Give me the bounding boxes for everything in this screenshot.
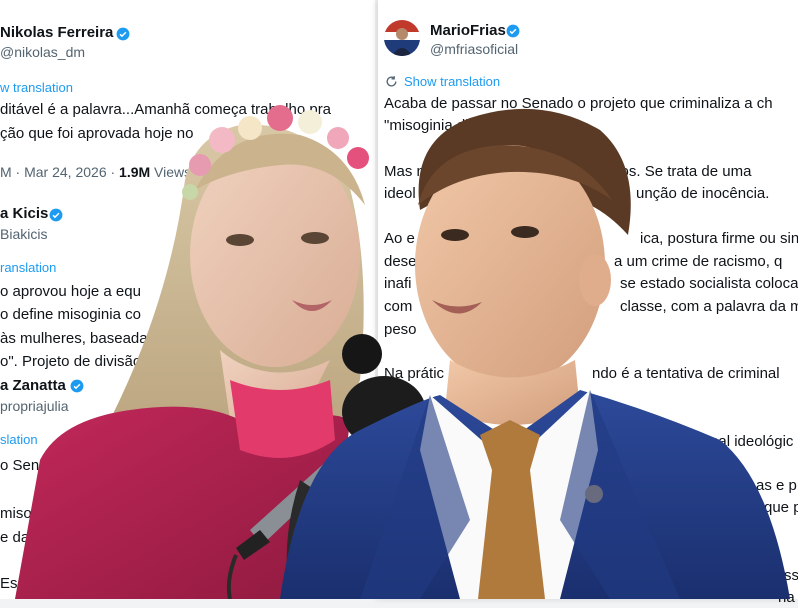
tweet-text-line: ditável é a palavra...Amanhã começa trab…: [0, 101, 332, 118]
avatar[interactable]: [384, 20, 420, 56]
avatar-image: [384, 20, 420, 56]
tweet-text-line: Ess: [774, 567, 798, 584]
show-translation-link[interactable]: ranslation: [0, 260, 56, 275]
verified-badge-icon: [506, 24, 520, 38]
author-name[interactable]: Nikolas Ferreira: [0, 24, 113, 41]
tweet-text-line: Na prátic: [384, 365, 445, 382]
tweet-text-line: classe, com a palavra da m: [620, 298, 798, 315]
author-handle[interactable]: propriajulia: [0, 398, 68, 414]
show-translation-link[interactable]: Show translation: [404, 74, 500, 89]
show-translation-link[interactable]: w translation: [0, 80, 73, 95]
tweet-text-line: Mas n: [384, 163, 425, 180]
tweet-text-line: unção de inocência.: [636, 185, 770, 202]
tweet-text-line: o aprovou hoje a equ: [0, 283, 141, 300]
tweet-text-line: se estado socialista coloca: [620, 275, 798, 292]
timestamp[interactable]: M · Mar 24, 2026 ·: [0, 164, 119, 180]
tweet-text-line: ica, postura firme ou sin: [640, 230, 798, 247]
translate-icon[interactable]: [385, 75, 398, 88]
tweet-text-line: o Sen: [0, 457, 40, 474]
tweet-text-line: as e p: [756, 477, 797, 494]
tweet-text-line: que p: [764, 499, 798, 516]
tweet-text-line: Esso: [0, 575, 34, 592]
tweet-text-line: ideol: [384, 185, 416, 202]
tweet-text-line: dese: [384, 253, 417, 270]
left-tweet-panel: Nikolas Ferreira @nikolas_dm w translati…: [0, 0, 375, 599]
author-handle[interactable]: Biakicis: [0, 226, 47, 242]
view-count: 1.9M: [119, 164, 151, 180]
tweet-text-line: e das: [0, 529, 37, 546]
author-name[interactable]: a Zanatta: [0, 377, 66, 394]
tweet-text-line: ibunal ideológic: [690, 433, 794, 450]
tweet-text-line: peso: [384, 321, 417, 338]
verified-badge-icon: [116, 27, 130, 41]
author-name[interactable]: a Kicis: [0, 205, 48, 222]
tweet-text-line: a um crime de racismo, q: [614, 253, 783, 270]
tweet-text-line: Ao e: [384, 230, 415, 247]
verified-badge-icon: [49, 208, 63, 222]
show-translation-link[interactable]: slation: [0, 432, 38, 447]
tweet-text-line: ha: [778, 589, 795, 606]
author-handle[interactable]: @nikolas_dm: [0, 44, 85, 60]
author-name[interactable]: MarioFrias: [430, 22, 506, 39]
tweet-text-line: bonitos. Se trata de uma: [588, 163, 752, 180]
tweet-text-line: "misoginia di: [384, 117, 469, 134]
tweet-text-line: com: [384, 298, 413, 315]
tweet-text-line: miso: [0, 505, 32, 522]
tweet-text-line: o". Projeto de divisão: [0, 353, 142, 370]
tweet-text-line: ndo é a tentativa de criminal: [592, 365, 780, 382]
tweet-text-line: inafi: [384, 275, 412, 292]
tweet-text-line: ção que foi aprovada hoje no: [0, 125, 194, 142]
tweet-text-line: às mulheres, baseada: [0, 330, 148, 347]
tweet-text-line: o define misoginia co: [0, 306, 141, 323]
author-handle[interactable]: @mfriasoficial: [430, 41, 518, 57]
verified-badge-icon: [70, 379, 84, 393]
views-label: Views: [150, 164, 192, 180]
tweet-meta: M · Mar 24, 2026 · 1.9M Views: [0, 164, 191, 180]
tweet-text-line: Acaba de passar no Senado o projeto que …: [384, 95, 773, 112]
